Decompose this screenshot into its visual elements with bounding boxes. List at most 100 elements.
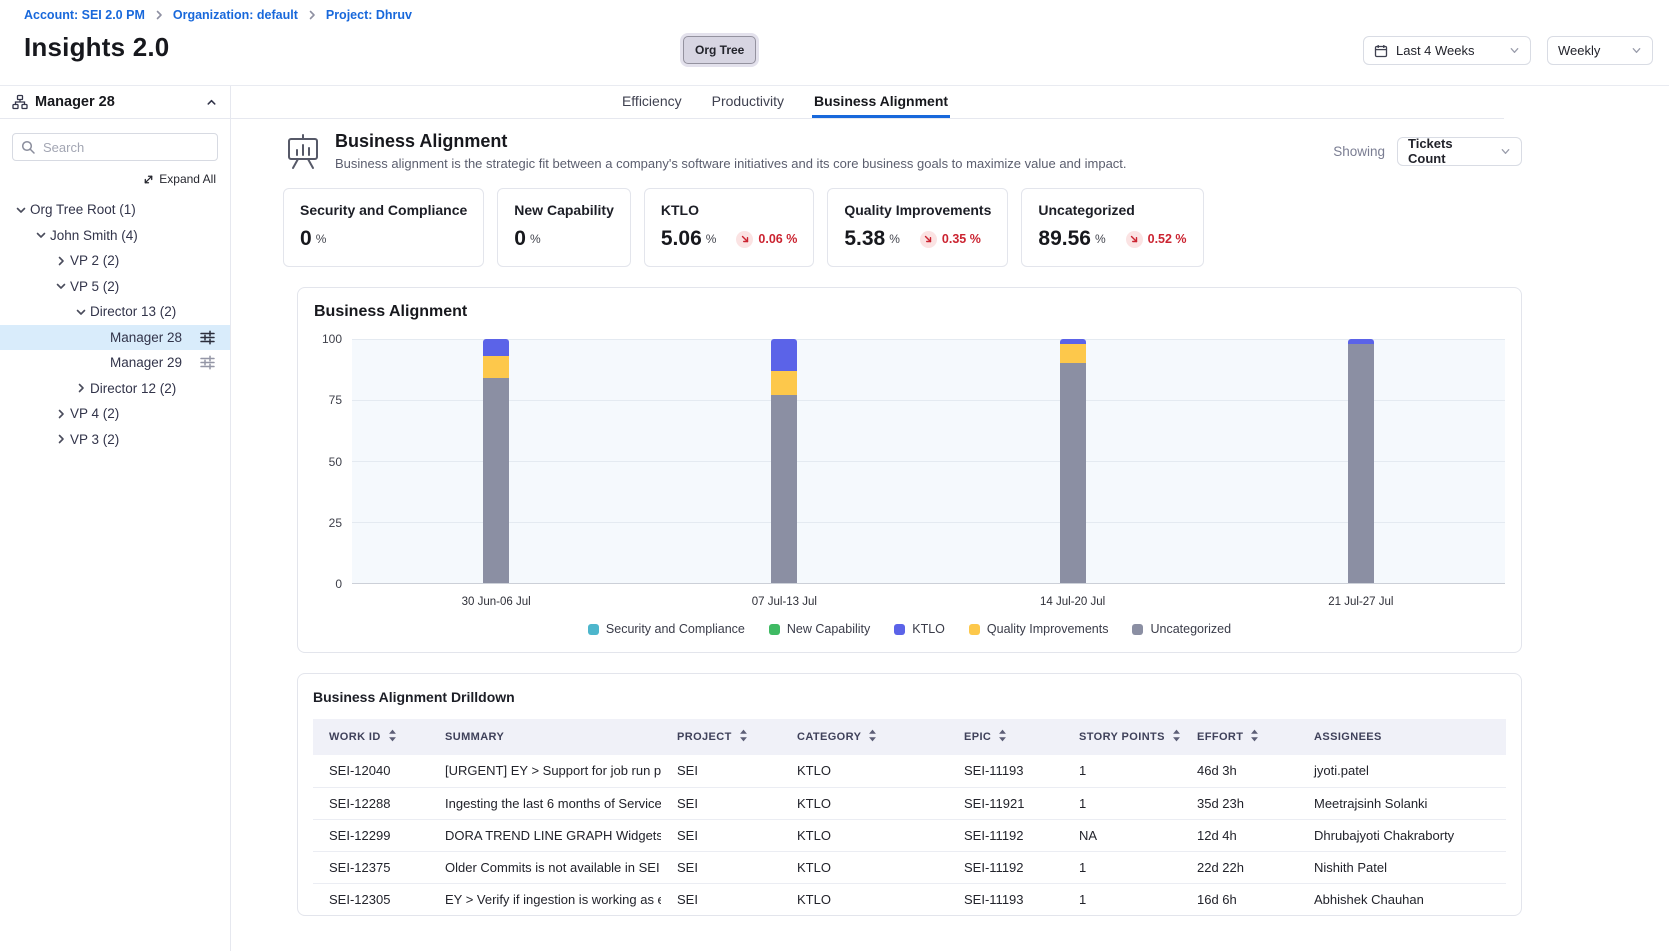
date-range-select[interactable]: Last 4 Weeks (1363, 36, 1531, 65)
tree-item[interactable]: Director 12 (2) (0, 376, 230, 402)
bar-segment-uncategorized[interactable] (1348, 344, 1374, 583)
metric-card-title: Security and Compliance (300, 202, 467, 218)
cell-category: KTLO (781, 883, 948, 915)
cell-epic: SEI-11921 (948, 787, 1063, 819)
legend-item[interactable]: New Capability (769, 622, 870, 636)
bar-segment-quality-improvements[interactable] (771, 371, 797, 395)
filter-sliders-icon[interactable] (200, 355, 215, 370)
y-tick-label: 25 (329, 516, 342, 530)
filter-sliders-icon[interactable] (200, 330, 215, 345)
table-body: SEI-12040[URGENT] EY > Support for job r… (313, 755, 1506, 915)
column-header-story-points[interactable]: STORY POINTS (1063, 719, 1181, 755)
breadcrumb-link[interactable]: Project: Dhruv (326, 8, 412, 22)
tree-item-label: VP 5 (2) (70, 279, 119, 294)
cell-work-id: SEI-12375 (313, 851, 429, 883)
tab-efficiency[interactable]: Efficiency (620, 86, 684, 118)
tree-chevron-icon[interactable] (12, 203, 30, 217)
column-header-project[interactable]: PROJECT (661, 719, 781, 755)
stacked-bar[interactable] (1348, 339, 1374, 583)
legend-swatch (1132, 624, 1143, 635)
column-header-assignees[interactable]: ASSIGNEES (1298, 719, 1506, 755)
tree-item[interactable]: Org Tree Root (1) (0, 197, 230, 223)
legend-label: Uncategorized (1150, 622, 1231, 636)
cell-story-points: 1 (1063, 755, 1181, 787)
cell-assignees: Abhishek Chauhan (1298, 883, 1506, 915)
sort-icon[interactable] (868, 729, 877, 745)
sort-icon[interactable] (739, 729, 748, 745)
cell-summary: [URGENT] EY > Support for job run par... (429, 755, 661, 787)
sort-icon[interactable] (1172, 729, 1181, 745)
column-header-epic[interactable]: EPIC (948, 719, 1063, 755)
date-range-value: Last 4 Weeks (1396, 43, 1475, 58)
search-input[interactable] (12, 133, 218, 161)
tree-item-label: John Smith (4) (50, 228, 138, 243)
metric-card: Uncategorized 89.56 % 0.52 % (1021, 188, 1203, 267)
cell-summary: Older Commits is not available in SEI - … (429, 851, 661, 883)
bar-segment-quality-improvements[interactable] (483, 356, 509, 378)
column-header-summary[interactable]: SUMMARY (429, 719, 661, 755)
tab-business-alignment[interactable]: Business Alignment (812, 86, 950, 118)
cell-assignees: Dhrubajyoti Chakraborty (1298, 819, 1506, 851)
org-tree-button[interactable]: Org Tree (683, 36, 756, 64)
tree-item[interactable]: Manager 28 (0, 325, 230, 351)
metric-card-unit: % (889, 232, 900, 246)
column-header-effort[interactable]: EFFORT (1181, 719, 1298, 755)
tree-item[interactable]: Director 13 (2) (0, 299, 230, 325)
cell-category: KTLO (781, 851, 948, 883)
stacked-bar[interactable] (771, 339, 797, 583)
y-tick-label: 75 (329, 393, 342, 407)
tree-item[interactable]: Manager 29 (0, 350, 230, 376)
x-tick-label: 30 Jun-06 Jul (462, 596, 531, 608)
tree-item[interactable]: VP 2 (2) (0, 248, 230, 274)
legend-label: Security and Compliance (606, 622, 745, 636)
tab-productivity[interactable]: Productivity (710, 86, 786, 118)
tree-item-label: Director 12 (2) (90, 381, 176, 396)
bar-segment-ktlo[interactable] (483, 339, 509, 356)
legend-swatch (588, 624, 599, 635)
breadcrumb-link[interactable]: Organization: default (173, 8, 298, 22)
breadcrumb-link[interactable]: Account: SEI 2.0 PM (24, 8, 145, 22)
tree-item[interactable]: VP 4 (2) (0, 401, 230, 427)
stacked-bar[interactable] (483, 339, 509, 583)
tree-chevron-icon[interactable] (52, 254, 70, 268)
tree-item-label: Org Tree Root (1) (30, 202, 136, 217)
bar-segment-ktlo[interactable] (771, 339, 797, 371)
tree-item-label: Manager 29 (110, 355, 182, 370)
stacked-bar[interactable] (1060, 339, 1086, 583)
legend-item[interactable]: KTLO (894, 622, 945, 636)
tree-chevron-icon[interactable] (72, 305, 90, 319)
legend-item[interactable]: Security and Compliance (588, 622, 745, 636)
tree-chevron-icon[interactable] (52, 407, 70, 421)
metric-card: KTLO 5.06 % 0.06 % (644, 188, 814, 267)
metric-card-value: 0 (514, 227, 526, 251)
expand-all-button[interactable]: Expand All (0, 172, 216, 186)
tree-chevron-icon[interactable] (32, 228, 50, 242)
cell-project: SEI (661, 819, 781, 851)
tree-item[interactable]: VP 3 (2) (0, 427, 230, 453)
metric-delta-badge: 0.06 % (736, 231, 797, 248)
section-header: Business Alignment Business alignment is… (283, 131, 1669, 171)
legend-item[interactable]: Quality Improvements (969, 622, 1109, 636)
legend-item[interactable]: Uncategorized (1132, 622, 1231, 636)
tree-chevron-icon[interactable] (52, 279, 70, 293)
bar-segment-uncategorized[interactable] (771, 395, 797, 583)
sort-icon[interactable] (388, 729, 397, 745)
metric-card-value: 5.06 (661, 227, 702, 251)
tree-chevron-icon[interactable] (72, 381, 90, 395)
bar-segment-uncategorized[interactable] (483, 378, 509, 583)
x-tick-label: 21 Jul-27 Jul (1328, 596, 1393, 608)
showing-select[interactable]: Tickets Count (1397, 137, 1522, 166)
tree-item[interactable]: VP 5 (2) (0, 274, 230, 300)
cell-epic: SEI-11192 (948, 851, 1063, 883)
column-header-category[interactable]: CATEGORY (781, 719, 948, 755)
bar-segment-uncategorized[interactable] (1060, 363, 1086, 583)
interval-select[interactable]: Weekly (1547, 36, 1653, 65)
bar-segment-quality-improvements[interactable] (1060, 344, 1086, 364)
sort-icon[interactable] (998, 729, 1007, 745)
tree-chevron-icon[interactable] (52, 432, 70, 446)
metric-card-value: 0 (300, 227, 312, 251)
sort-icon[interactable] (1250, 729, 1259, 745)
column-header-work-id[interactable]: WORK ID (313, 719, 429, 755)
tree-item[interactable]: John Smith (4) (0, 223, 230, 249)
table-row: SEI-12375Older Commits is not available … (313, 851, 1506, 883)
